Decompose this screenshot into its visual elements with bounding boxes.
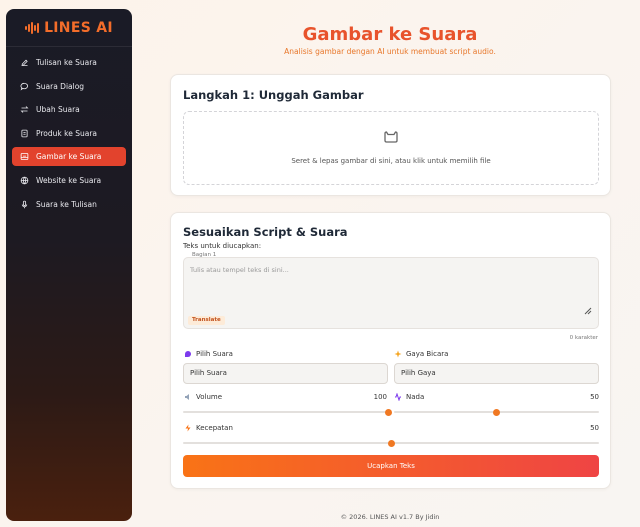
speak-text-button[interactable]: Ucapkan Teks [183, 455, 599, 477]
dropzone-hint: Seret & lepas gambar di sini, atau klik … [291, 157, 491, 165]
edit-icon [21, 59, 28, 66]
script-card-title: Sesuaikan Script & Suara [183, 225, 348, 239]
sound-wave-icon [25, 21, 40, 34]
resize-handle-icon[interactable] [584, 307, 592, 315]
image-upload-icon [384, 131, 398, 143]
image-dropzone[interactable]: Seret & lepas gambar di sini, atau klik … [183, 111, 599, 185]
pitch-slider-thumb[interactable] [493, 408, 500, 416]
sparkle-icon [394, 350, 402, 358]
brand-logo[interactable]: LINES AI [6, 9, 132, 47]
voice-icon [185, 351, 191, 357]
translate-button[interactable]: Translate [188, 316, 225, 325]
sidebar-item-suara-dialog[interactable]: Suara Dialog [12, 77, 126, 96]
speed-slider-thumb[interactable] [387, 439, 395, 447]
chat-bubble-icon [20, 82, 28, 91]
sidebar-item-label: Suara Dialog [36, 81, 85, 91]
sidebar-item-ubah-suara[interactable]: Ubah Suara [12, 100, 126, 119]
brand-name: LINES AI [44, 19, 113, 36]
voice-label: Pilih Suara [184, 350, 233, 358]
speed-value: 50 [590, 424, 599, 432]
speed-label: Kecepatan [184, 424, 233, 432]
pitch-value: 50 [590, 393, 599, 401]
sidebar-nav: Tulisan ke Suara Suara Dialog Ubah Suara… [6, 53, 132, 214]
script-textarea[interactable]: Tulis atau tempel teks di sini... Transl… [183, 257, 599, 329]
speed-slider[interactable] [183, 439, 599, 447]
image-icon [20, 153, 29, 161]
sidebar-item-suara-ke-tulisan[interactable]: Suara ke Tulisan [12, 195, 126, 214]
swap-icon [20, 106, 29, 113]
upload-card-title: Langkah 1: Unggah Gambar [183, 88, 364, 102]
sidebar-item-website-ke-suara[interactable]: Website ke Suara [12, 171, 126, 190]
globe-icon [20, 176, 29, 185]
style-label: Gaya Bicara [394, 350, 448, 358]
style-select[interactable]: Pilih Gaya [394, 363, 599, 384]
voice-select[interactable]: Pilih Suara [183, 363, 388, 384]
textarea-placeholder: Tulis atau tempel teks di sini... [190, 266, 289, 274]
upload-card: Langkah 1: Unggah Gambar Seret & lepas g… [170, 74, 611, 196]
sidebar: LINES AI Tulisan ke Suara Suara Dialog U… [6, 9, 132, 521]
page-subtitle: Analisis gambar dengan AI untuk membuat … [284, 47, 496, 56]
volume-label: Volume [184, 393, 222, 401]
speaker-icon [185, 394, 189, 400]
page-title: Gambar ke Suara [302, 24, 478, 45]
sidebar-item-label: Gambar ke Suara [36, 152, 102, 162]
pitch-label: Nada [394, 393, 424, 401]
footer-text: © 2026. LINES AI v1.7 By Jidin [340, 513, 440, 521]
sidebar-item-label: Produk ke Suara [36, 128, 98, 138]
sidebar-item-label: Ubah Suara [36, 105, 80, 115]
microphone-icon [21, 200, 28, 208]
lightning-icon [185, 424, 191, 432]
sidebar-item-gambar-ke-suara[interactable]: Gambar ke Suara [12, 147, 126, 167]
sidebar-item-label: Tulisan ke Suara [36, 58, 97, 67]
char-count: 0 karakter [569, 335, 598, 341]
sidebar-item-produk-ke-suara[interactable]: Produk ke Suara [12, 124, 126, 143]
pitch-slider[interactable] [394, 408, 599, 416]
sidebar-item-label: Suara ke Tulisan [36, 199, 97, 209]
script-card: Sesuaikan Script & Suara Teks untuk diuc… [170, 212, 611, 489]
text-label: Teks untuk diucapkan: [183, 242, 262, 250]
volume-slider[interactable] [183, 408, 392, 416]
volume-slider-thumb[interactable] [384, 408, 392, 416]
sidebar-item-label: Website ke Suara [36, 175, 102, 185]
sidebar-item-tulisan-ke-suara[interactable]: Tulisan ke Suara [12, 53, 126, 72]
waveform-icon [395, 393, 401, 401]
document-icon [21, 129, 28, 138]
volume-value: 100 [373, 393, 387, 401]
